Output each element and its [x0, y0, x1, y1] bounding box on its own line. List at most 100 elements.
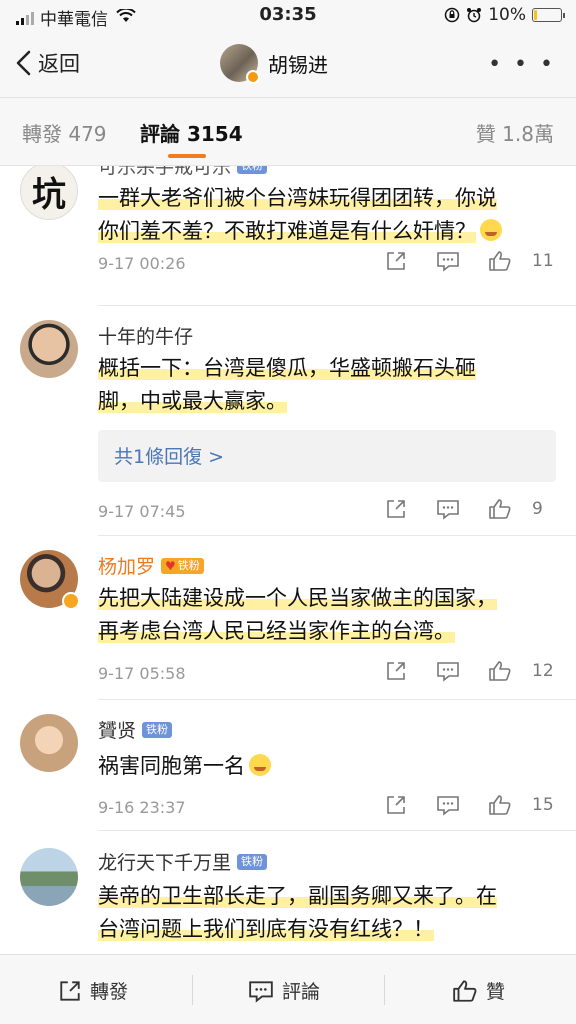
comment-line: 概括一下：台湾是傻瓜，华盛顿搬石头砸 — [98, 356, 476, 380]
like-icon[interactable] — [474, 498, 526, 520]
avatar-character: 坑 — [32, 174, 66, 215]
avatar[interactable] — [20, 550, 80, 610]
more-options-icon[interactable]: • • • — [488, 52, 556, 77]
author-avatar[interactable] — [220, 44, 260, 84]
grinning-emoji-icon — [249, 754, 271, 776]
status-bar: 中華電信 03:35 10% — [0, 0, 576, 32]
repost-icon[interactable] — [370, 498, 422, 520]
like-icon — [453, 979, 477, 1002]
comment-actions: 12 — [370, 660, 556, 682]
back-button[interactable]: 返回 — [14, 48, 80, 78]
tab-repost[interactable]: 轉發 479 — [22, 118, 107, 147]
avatar[interactable] — [20, 320, 78, 378]
active-tab-indicator — [168, 154, 206, 158]
battery-fill — [534, 10, 537, 20]
comment-icon[interactable] — [422, 498, 474, 520]
comment-line: 台湾问题上我们到底有没有红线？！ — [98, 917, 434, 941]
comment-username[interactable]: 贇贤 铁粉 — [98, 716, 173, 743]
status-right: 10% — [444, 5, 565, 25]
comment-line: 美帝的卫生部长走了，副国务卿又来了。在 — [98, 884, 497, 908]
like-label: 贊 — [486, 981, 506, 1003]
username-text: 贇贤 — [98, 720, 137, 742]
like-icon[interactable] — [474, 660, 526, 682]
comment-line: 再考虑台湾人民已经当家作主的台湾。 — [98, 619, 455, 643]
battery-icon — [532, 8, 565, 22]
bottom-action-bar: 轉發 評論 贊 — [0, 954, 576, 1024]
tab-comment[interactable]: 評論 3154 — [140, 118, 243, 147]
like-icon[interactable] — [474, 250, 526, 272]
comment-item: 坑 可乐杀手戒可乐 铁粉 一群大老爷们被个台湾妹玩得团团转，你说 你们羞不羞？不… — [0, 166, 576, 304]
like-count: 15 — [532, 795, 554, 815]
avatar[interactable]: 坑 — [20, 166, 78, 220]
tab-like[interactable]: 贊 1.8萬 — [476, 118, 554, 147]
divider — [192, 975, 193, 1005]
like-button[interactable]: 贊 — [452, 977, 505, 1004]
repost-icon[interactable] — [370, 660, 422, 682]
comment-time: 9-16 23:37 — [98, 798, 186, 817]
comment-actions: 15 — [370, 794, 556, 816]
badge-label: 铁粉 — [177, 558, 200, 572]
comment-time: 9-17 00:26 — [98, 254, 186, 273]
comment-icon[interactable] — [422, 794, 474, 816]
fan-badge: 铁粉 — [142, 721, 173, 738]
laughing-tears-emoji-icon — [480, 219, 502, 241]
comment-icon[interactable] — [422, 250, 474, 272]
repost-label: 轉發 — [90, 981, 129, 1003]
avatar[interactable] — [20, 714, 78, 772]
repost-icon[interactable] — [370, 794, 422, 816]
comment-actions: 9 — [370, 498, 556, 520]
verified-icon — [62, 592, 80, 610]
comment-time: 9-17 05:58 — [98, 664, 186, 683]
fan-badge: 铁粉 — [237, 166, 268, 174]
avatar[interactable] — [20, 848, 78, 906]
like-count: 9 — [532, 499, 543, 519]
comment-time: 9-17 07:45 — [98, 502, 186, 521]
comment-line: 一群大老爷们被个台湾妹玩得团团转，你说 — [98, 186, 497, 210]
heart-icon: ♥ — [165, 558, 176, 573]
alarm-icon — [467, 8, 482, 23]
comment-text: 先把大陆建设成一个人民当家做主的国家， 再考虑台湾人民已经当家作主的台湾。 — [98, 582, 558, 648]
comment-icon — [249, 980, 273, 1003]
repost-icon[interactable] — [370, 250, 422, 272]
comment-item: 十年的牛仔 概括一下：台湾是傻瓜，华盛顿搬石头砸 脚，中或最大赢家。 共1條回復… — [0, 316, 576, 546]
comment-username[interactable]: 杨加罗 ♥ 铁粉 — [98, 552, 204, 579]
gold-fan-badge: ♥ 铁粉 — [161, 557, 204, 574]
comment-text: 美帝的卫生部长走了，副国务卿又来了。在 台湾问题上我们到底有没有红线？！ — [98, 880, 558, 946]
like-icon[interactable] — [474, 794, 526, 816]
comment-list[interactable]: 坑 可乐杀手戒可乐 铁粉 一群大老爷们被个台湾妹玩得团团转，你说 你们羞不羞？不… — [0, 166, 576, 954]
like-count: 11 — [532, 251, 554, 271]
rotation-lock-icon — [444, 7, 460, 23]
username-text: 可乐杀手戒可乐 — [98, 166, 232, 178]
username-text: 十年的牛仔 — [98, 326, 194, 348]
comment-item: 龙行天下千万里 铁粉 美帝的卫生部长走了，副国务卿又来了。在 台湾问题上我们到底… — [0, 842, 576, 954]
username-text: 龙行天下千万里 — [98, 852, 232, 874]
battery-percent: 10% — [488, 5, 526, 25]
comment-username[interactable]: 可乐杀手戒可乐 铁粉 — [98, 166, 268, 179]
divider — [384, 975, 385, 1005]
view-replies-link[interactable]: 共1條回復 > — [98, 430, 556, 482]
back-label: 返回 — [38, 52, 80, 76]
comment-button[interactable]: 評論 — [248, 977, 320, 1004]
comment-username[interactable]: 十年的牛仔 — [98, 322, 193, 349]
post-author[interactable]: 胡锡进 — [220, 44, 328, 84]
repost-button[interactable]: 轉發 — [58, 977, 128, 1004]
navigation-bar: 返回 胡锡进 • • • — [0, 32, 576, 98]
divider — [98, 830, 576, 831]
comment-icon[interactable] — [422, 660, 474, 682]
verified-icon — [246, 70, 260, 84]
comment-line: 你们羞不羞？不敢打难道是有什么奸情？ — [98, 219, 476, 243]
author-name: 胡锡进 — [268, 52, 328, 77]
comment-username[interactable]: 龙行天下千万里 铁粉 — [98, 848, 268, 875]
repost-icon — [60, 980, 80, 1001]
like-count: 12 — [532, 661, 554, 681]
comment-text: 祸害同胞第一名 — [98, 750, 558, 783]
comment-item: 贇贤 铁粉 祸害同胞第一名 9-16 23:37 15 — [0, 710, 576, 832]
comment-line: 脚，中或最大赢家。 — [98, 389, 287, 413]
divider — [98, 699, 576, 700]
comment-label: 評論 — [282, 981, 321, 1003]
comment-actions: 11 — [370, 250, 556, 272]
fan-badge: 铁粉 — [237, 853, 268, 870]
divider — [98, 305, 576, 306]
comment-text: 一群大老爷们被个台湾妹玩得团团转，你说 你们羞不羞？不敢打难道是有什么奸情？ — [98, 182, 558, 248]
comment-item: 杨加罗 ♥ 铁粉 先把大陆建设成一个人民当家做主的国家， 再考虑台湾人民已经当家作… — [0, 546, 576, 696]
